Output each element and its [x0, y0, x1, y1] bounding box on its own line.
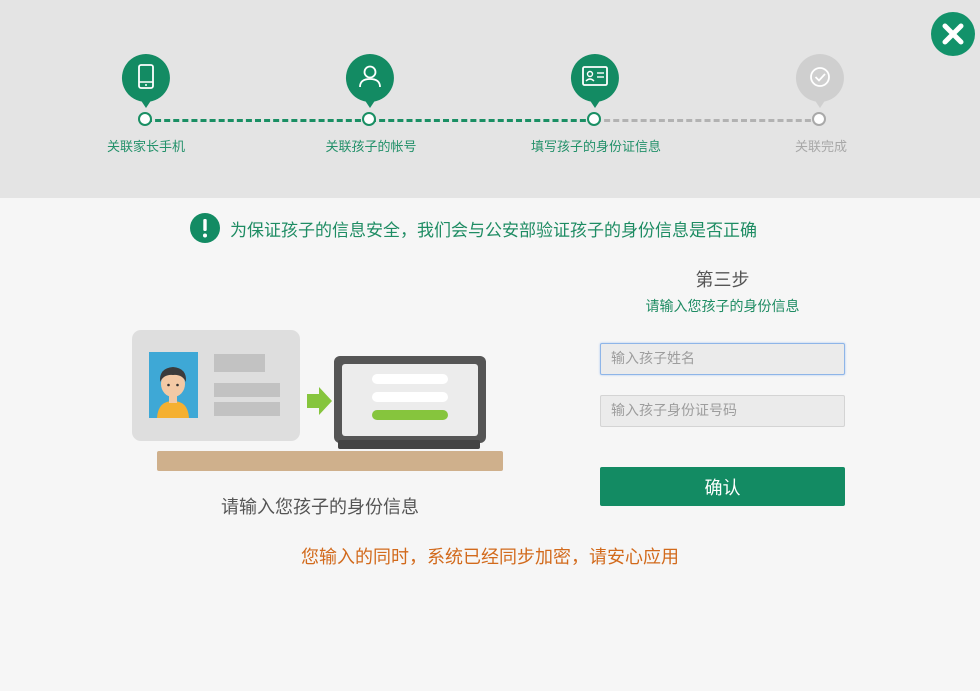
child-name-input[interactable] — [600, 343, 845, 375]
security-notice: 为保证孩子的信息安全，我们会与公安部验证孩子的身份信息是否正确 — [190, 212, 757, 244]
step-1-label: 关联家长手机 — [106, 140, 185, 155]
form-step-subtitle: 请输入您孩子的身份信息 — [645, 299, 800, 315]
step-4-marker — [795, 53, 845, 112]
close-icon — [942, 23, 964, 45]
step-3-marker — [570, 53, 620, 112]
step-4-node — [812, 112, 826, 126]
step-4-label: 关联完成 — [794, 140, 847, 155]
step-1-node — [138, 112, 152, 126]
step-2-node — [362, 112, 376, 126]
id-card-to-laptop-illustration — [132, 330, 503, 471]
illustration-caption: 请输入您孩子的身份信息 — [221, 497, 419, 518]
arrow-right-icon — [307, 387, 332, 415]
step-1-marker — [121, 53, 171, 112]
desk-illustration — [157, 451, 503, 471]
confirm-button[interactable]: 确认 — [600, 467, 845, 506]
notice-text: 为保证孩子的信息安全，我们会与公安部验证孩子的身份信息是否正确 — [230, 220, 757, 241]
step-3-node — [587, 112, 601, 126]
form-step-title: 第三步 — [695, 270, 750, 291]
progress-line-2 — [370, 119, 595, 122]
progress-line-1 — [146, 119, 370, 122]
progress-line-3 — [595, 119, 820, 122]
child-id-number-input[interactable] — [600, 395, 845, 427]
encryption-note: 您输入的同时，系统已经同步加密，请安心应用 — [301, 547, 679, 568]
step-2-marker — [345, 53, 395, 112]
exclamation-icon — [190, 213, 220, 243]
close-button[interactable] — [931, 12, 975, 56]
step-3-label: 填写孩子的身份证信息 — [530, 140, 661, 155]
step-2-label: 关联孩子的帐号 — [325, 140, 417, 155]
